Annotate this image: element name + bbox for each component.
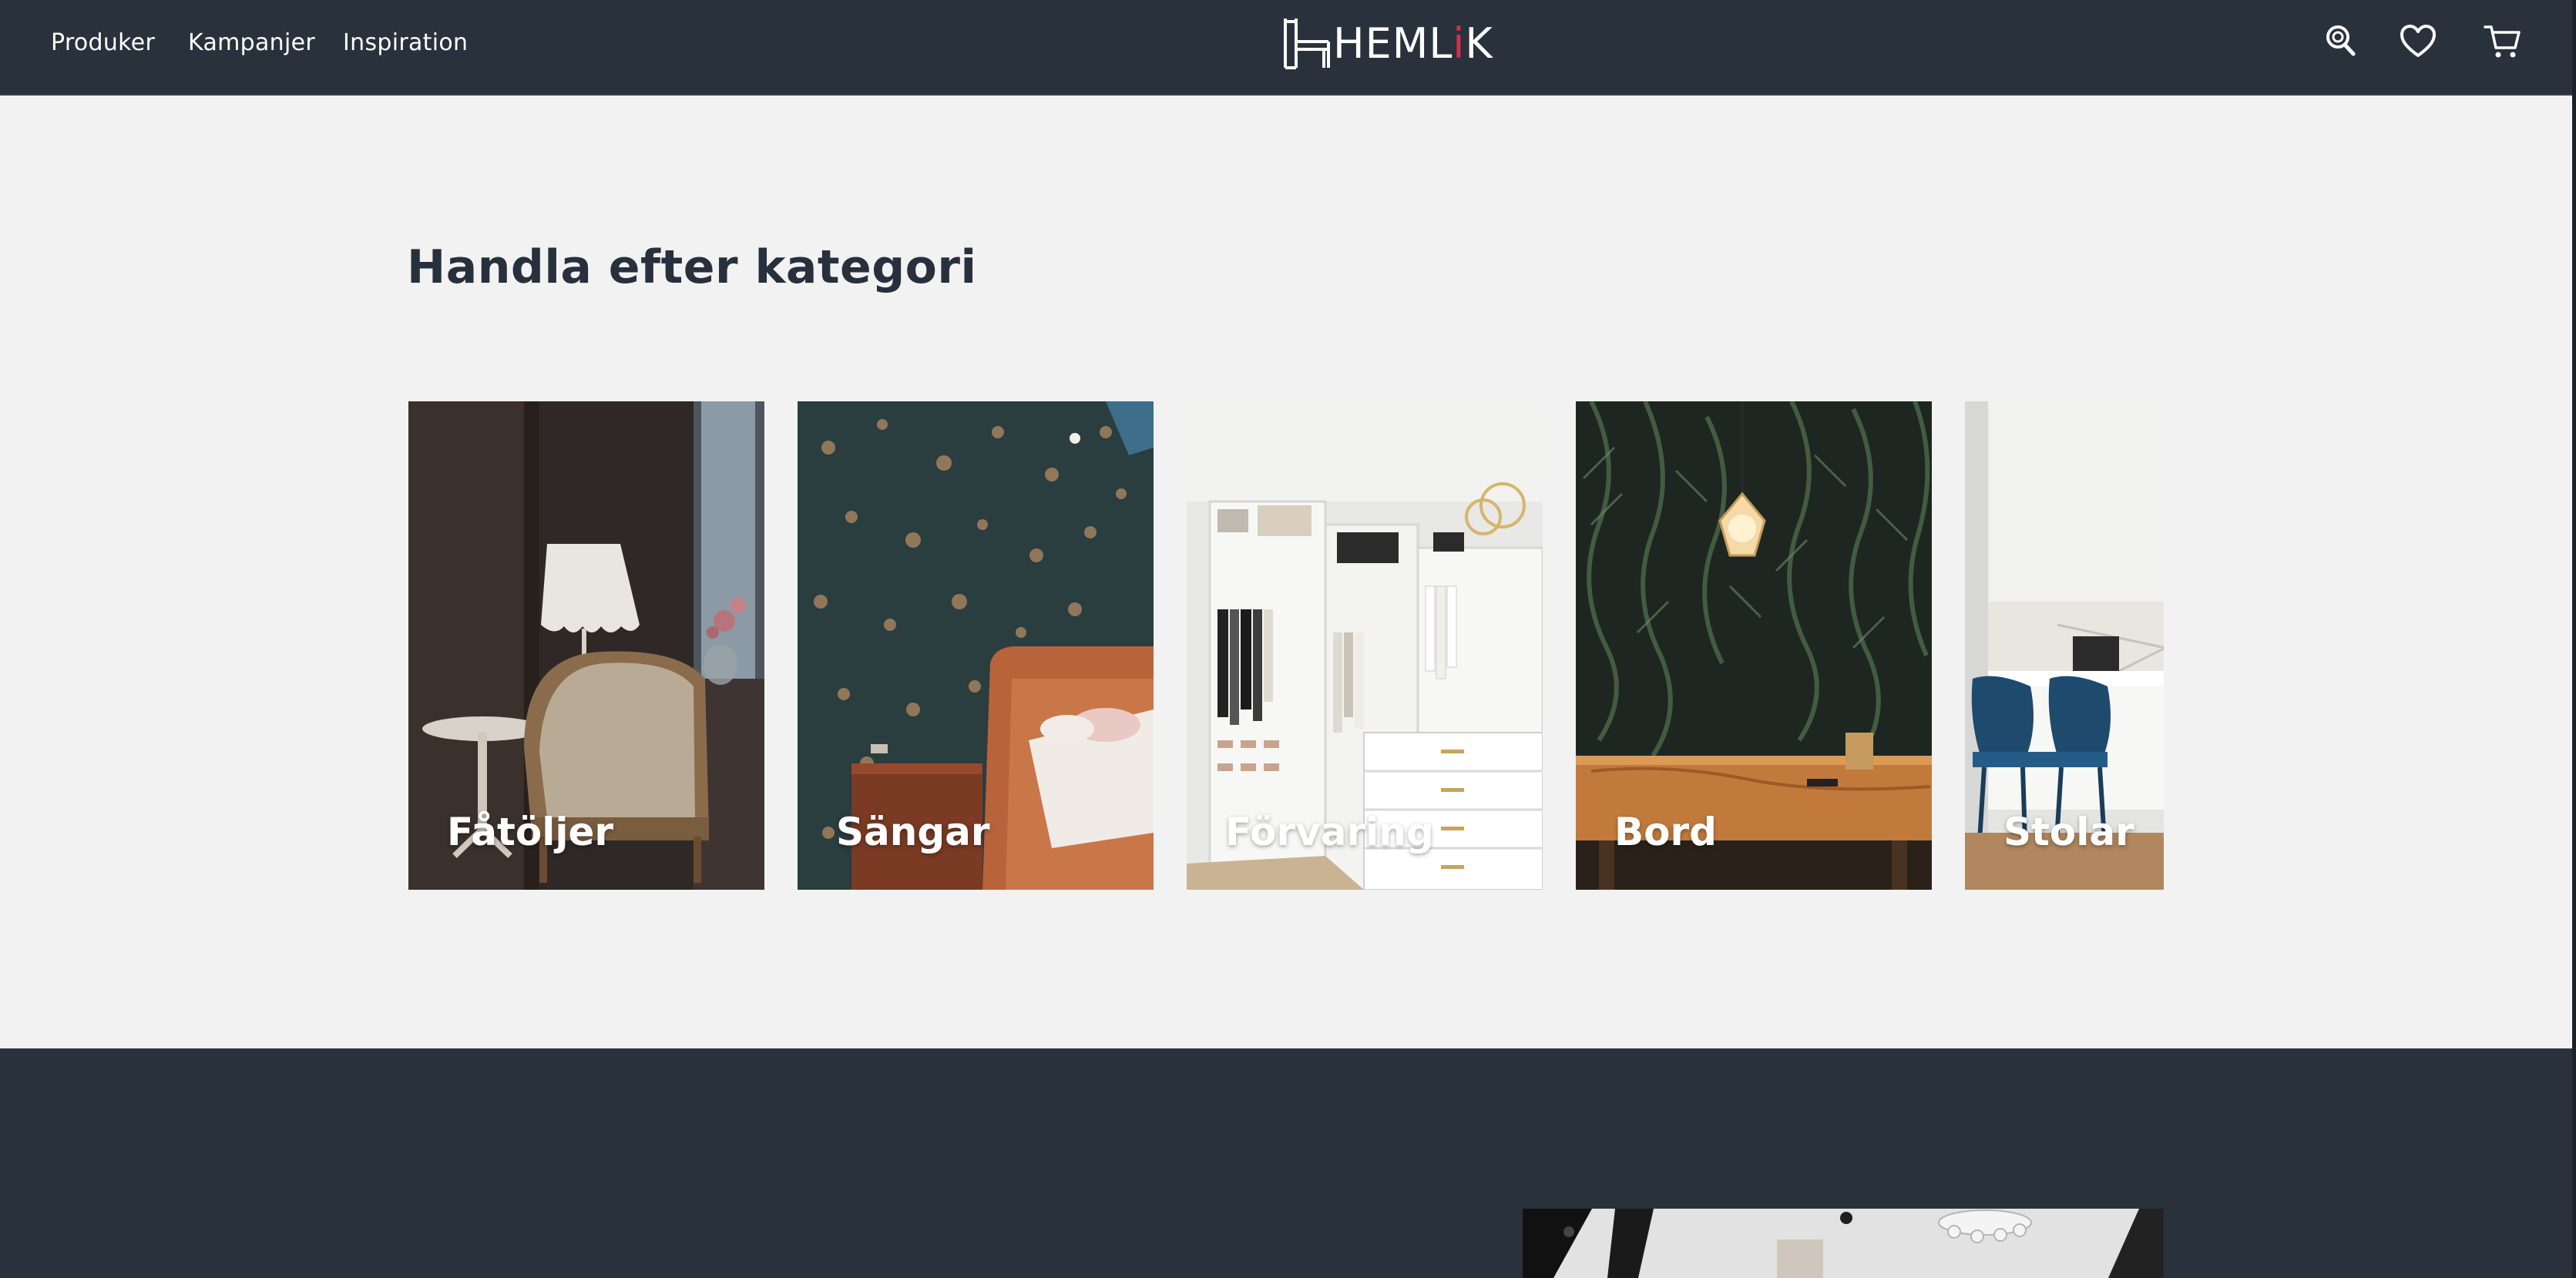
chair-logo-icon — [1284, 18, 1330, 69]
nav-link-produker[interactable]: Produker — [51, 29, 155, 56]
category-label: Förvaring — [1225, 810, 1434, 854]
category-label: Stolar — [2003, 810, 2134, 854]
brand-logo[interactable]: HEMLiK — [1279, 14, 1499, 72]
category-card-bord[interactable]: Bord — [1576, 401, 1932, 890]
brand-name: HEMLiK — [1333, 18, 1493, 68]
nav-link-inspiration[interactable]: Inspiration — [343, 29, 468, 56]
search-icon[interactable] — [2321, 22, 2361, 62]
site-header: Produker Kampanjer Inspiration HEMLiK — [0, 0, 2576, 96]
category-label: Bord — [1614, 810, 1717, 854]
section-title: Handla efter kategori — [407, 240, 977, 294]
categories-section: Handla efter kategori Fåtöljer Sängar Fö… — [0, 96, 2576, 1048]
promo-image[interactable] — [1523, 1209, 2164, 1278]
cart-icon[interactable] — [2483, 22, 2523, 62]
chandelier-room-photo — [1523, 1209, 2164, 1278]
category-card-sangar[interactable]: Sängar — [798, 401, 1154, 890]
window-edge — [2572, 0, 2576, 1278]
nav-link-kampanjer[interactable]: Kampanjer — [188, 29, 315, 56]
category-card-fatoljer[interactable]: Fåtöljer — [408, 401, 764, 890]
promo-section — [0, 1048, 2576, 1278]
category-label: Sängar — [836, 810, 990, 854]
category-label: Fåtöljer — [447, 810, 614, 854]
heart-icon[interactable] — [2398, 22, 2438, 62]
category-carousel[interactable]: Fåtöljer Sängar Förvaring Bord Stolar — [407, 401, 2164, 891]
category-card-forvaring[interactable]: Förvaring — [1187, 401, 1543, 890]
category-card-stolar[interactable]: Stolar — [1965, 401, 2164, 890]
